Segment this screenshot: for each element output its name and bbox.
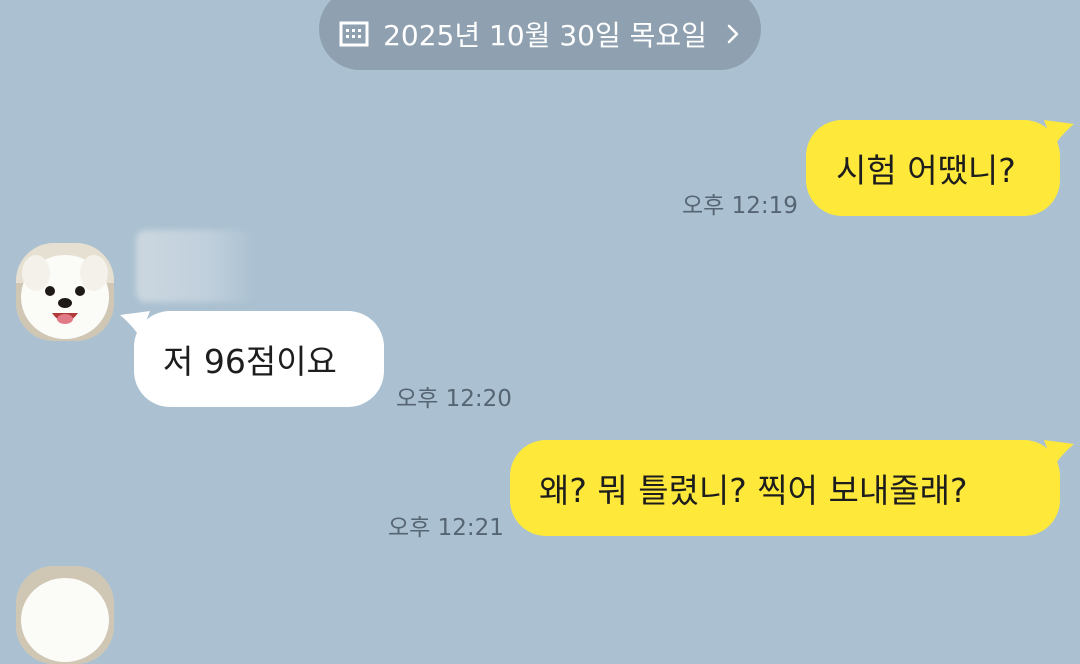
- date-divider[interactable]: 2025년 10월 30일 목요일: [319, 0, 761, 70]
- message-timestamp: 오후 12:19: [682, 193, 798, 219]
- outgoing-message-bubble[interactable]: 시험 어땠니?: [806, 120, 1074, 216]
- bubble-tail: [120, 311, 150, 337]
- avatar[interactable]: [16, 243, 114, 341]
- bubble-tail: [1044, 440, 1074, 466]
- date-label: 2025년 10월 30일 목요일: [383, 19, 707, 52]
- message-text: 시험 어땠니?: [836, 151, 1016, 190]
- message-text: 왜? 뭐 틀렸니? 찍어 보내줄래?: [539, 471, 968, 510]
- redacted-name-blur: [136, 230, 256, 302]
- calendar-icon: [339, 21, 369, 47]
- bubble-tail: [1044, 120, 1074, 146]
- message-timestamp: 오후 12:21: [388, 515, 504, 541]
- dog-avatar-image: [16, 243, 114, 341]
- dog-avatar-image: [16, 566, 114, 664]
- outgoing-message-bubble[interactable]: 왜? 뭐 틀렸니? 찍어 보내줄래?: [510, 440, 1074, 536]
- message-timestamp: 오후 12:20: [396, 386, 512, 412]
- avatar[interactable]: [16, 566, 114, 664]
- message-text: 저 96점이요: [163, 342, 337, 381]
- chevron-right-icon: [727, 24, 739, 44]
- incoming-message-bubble[interactable]: 저 96점이요: [120, 311, 384, 407]
